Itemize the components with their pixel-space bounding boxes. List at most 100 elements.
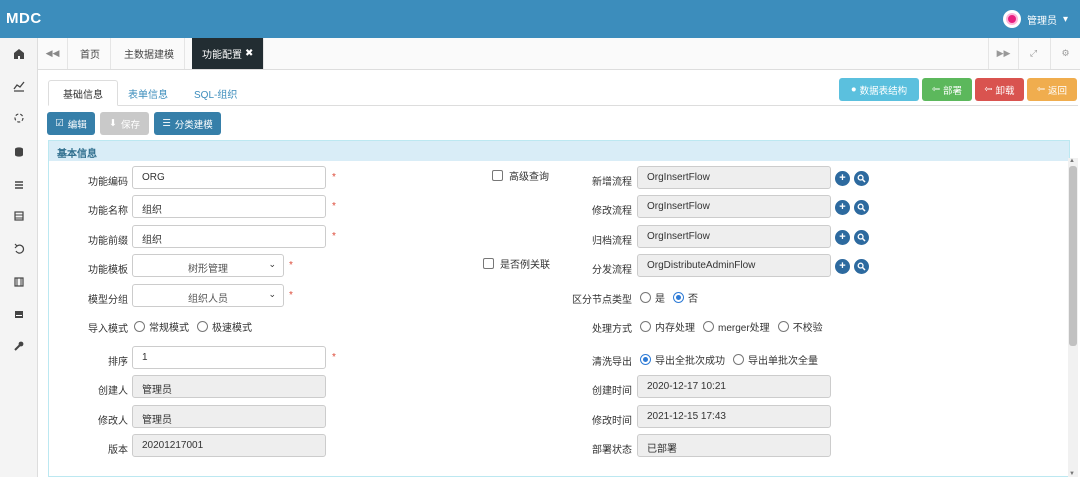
add-flow-label: 新增流程 (592, 177, 632, 188)
search-icon[interactable] (854, 200, 869, 215)
version-field: 20201217001 (132, 434, 326, 457)
chart-icon[interactable] (0, 76, 38, 96)
edit-button[interactable]: ☑ 编辑 (47, 112, 95, 135)
radio-selected-icon (640, 354, 651, 365)
clean-export-single-full[interactable]: 导出单批次全量 (733, 352, 818, 367)
top-bar: MDC 管理员 ▾ (0, 0, 1080, 38)
process-mode-label: 处理方式 (592, 324, 632, 335)
film-icon[interactable] (0, 272, 38, 292)
clean-export-all-success[interactable]: 导出全批次成功 (640, 352, 725, 367)
table-icon[interactable] (0, 206, 38, 226)
tab-function-config[interactable]: 功能配置 ✖ (192, 38, 265, 69)
arrow-up-icon[interactable]: ▲ (1069, 158, 1075, 164)
create-time-label: 创建时间 (592, 386, 632, 397)
caret-down-icon: ▾ (1062, 13, 1068, 25)
checkbox-icon (492, 170, 503, 181)
button-label: 分类建模 (174, 119, 213, 131)
arrow-down-icon[interactable]: ▼ (1069, 471, 1075, 477)
tab-sql-org[interactable]: SQL-组织 (180, 80, 251, 106)
search-icon[interactable] (854, 259, 869, 274)
dispatch-flow-field: OrgDistributeAdminFlow (637, 254, 831, 277)
table-structure-button[interactable]: ● 数据表结构 (839, 78, 919, 101)
sign-in-icon: ⇦ (1037, 84, 1045, 95)
process-mode-novalidate[interactable]: 不校验 (777, 319, 823, 334)
back-button[interactable]: ⇦ 返回 (1027, 78, 1077, 101)
code-field[interactable]: ORG (132, 166, 326, 189)
required-mark: * (332, 172, 336, 183)
import-mode-normal[interactable]: 常规模式 (134, 319, 189, 334)
close-icon[interactable]: ✖ (245, 48, 253, 59)
tab-scroll-left-icon[interactable]: ◀◀ (38, 38, 68, 69)
undo-icon[interactable] (0, 239, 38, 259)
required-mark: * (289, 260, 293, 271)
radio-icon (640, 321, 651, 332)
radio-label: 内存处理 (655, 323, 695, 334)
name-field[interactable]: 组织 (132, 195, 326, 218)
template-select[interactable]: 树形管理 ⌄ (132, 254, 284, 277)
model-group-label: 模型分组 (88, 295, 128, 306)
tab-home[interactable]: 首页 (70, 38, 111, 69)
save-button[interactable]: ⬇ 保存 (100, 112, 149, 135)
database-icon[interactable] (0, 142, 38, 162)
settings-icon[interactable]: ⚙ (1050, 38, 1080, 69)
required-mark: * (332, 231, 336, 242)
dispatch-flow-label: 分发流程 (592, 265, 632, 276)
user-name: 管理员 (1026, 15, 1057, 27)
unload-button[interactable]: ⇦ 卸载 (975, 78, 1024, 101)
deploy-button[interactable]: ⇦ 部署 (922, 78, 972, 101)
modifier-field: 管理员 (132, 405, 326, 428)
drive-icon[interactable] (0, 304, 38, 324)
add-icon[interactable]: + (835, 230, 850, 245)
add-icon[interactable]: + (835, 171, 850, 186)
button-label: 数据表结构 (859, 85, 908, 97)
tab-label: 首页 (80, 50, 100, 61)
process-mode-merger[interactable]: merger处理 (703, 319, 770, 334)
clean-export-radios: 导出全批次成功 导出单批次全量 (640, 352, 826, 367)
distinguish-node-radios: 是 否 (640, 290, 706, 305)
button-label: 保存 (120, 119, 140, 131)
circle-icon[interactable] (0, 108, 38, 128)
archive-flow-field: OrgInsertFlow (637, 225, 831, 248)
wrench-icon[interactable] (0, 336, 38, 356)
fullscreen-icon[interactable]: ⤢ (1018, 38, 1048, 69)
radio-icon (777, 321, 789, 332)
circle-icon: ● (850, 84, 857, 95)
user-menu[interactable]: 管理员 ▾ (1002, 10, 1068, 28)
edit-icon: ☑ (55, 118, 64, 129)
home-icon[interactable] (0, 44, 38, 64)
tab-master-data-modeling[interactable]: 主数据建模 (114, 38, 185, 69)
add-icon[interactable]: + (835, 200, 850, 215)
model-group-select[interactable]: 组织人员 ⌄ (132, 284, 284, 307)
radio-selected-icon (673, 292, 684, 303)
radio-label: 导出单批次全量 (748, 356, 818, 367)
instance-assoc-checkbox[interactable]: 是否例关联 (483, 256, 550, 271)
creator-label: 创建人 (98, 386, 128, 397)
distinguish-node-yes[interactable]: 是 (640, 290, 665, 305)
app-logo[interactable]: MDC (6, 10, 42, 27)
template-label: 功能模板 (88, 265, 128, 276)
version-label: 版本 (108, 445, 128, 456)
scroll-thumb[interactable] (1069, 166, 1077, 346)
search-icon[interactable] (854, 171, 869, 186)
tab-scroll-right-icon[interactable]: ▶▶ (988, 38, 1018, 69)
prefix-field[interactable]: 组织 (132, 225, 326, 248)
import-mode-fast[interactable]: 极速模式 (197, 319, 252, 334)
add-icon[interactable]: + (835, 259, 850, 274)
vertical-scrollbar[interactable]: ▲ ▼ (1068, 158, 1078, 477)
radio-label: 不校验 (792, 323, 823, 334)
button-label: 返回 (1047, 85, 1067, 97)
tab-basic-info[interactable]: 基础信息 (48, 80, 118, 106)
list-icon[interactable] (0, 175, 38, 195)
radio-label: 导出全批次成功 (655, 356, 725, 367)
radio-label: 常规模式 (149, 323, 189, 334)
advanced-query-checkbox[interactable]: 高级查询 (492, 168, 549, 183)
radio-icon (640, 292, 651, 303)
distinguish-node-no[interactable]: 否 (673, 290, 698, 305)
order-field[interactable]: 1 (132, 346, 326, 369)
process-mode-memory[interactable]: 内存处理 (640, 319, 695, 334)
page-tabbar: ◀◀ 首页 主数据建模 功能配置 ✖ ▶▶ ⤢ ⚙ (38, 38, 1080, 70)
categorize-button[interactable]: ☰ 分类建模 (154, 112, 221, 135)
tab-form-info[interactable]: 表单信息 (114, 80, 182, 106)
required-mark: * (332, 201, 336, 212)
search-icon[interactable] (854, 230, 869, 245)
